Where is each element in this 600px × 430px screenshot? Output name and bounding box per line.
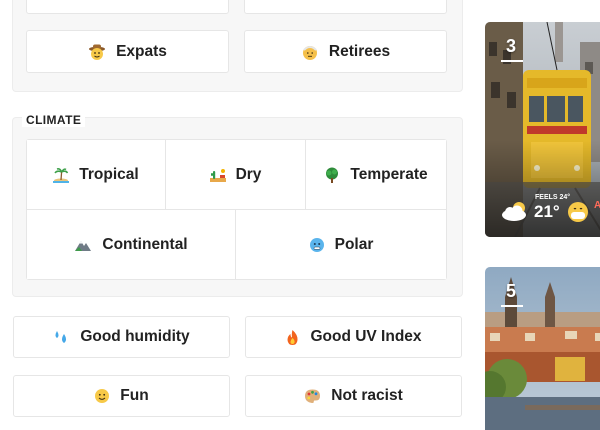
not-racist-button[interactable]: Not racist: [245, 375, 462, 417]
fun-label: Fun: [120, 387, 149, 404]
artist-palette-icon: [304, 388, 321, 404]
temperature-value: 21°: [534, 202, 560, 221]
climate-temperate-button[interactable]: Temperate: [306, 140, 446, 209]
good-humidity-label: Good humidity: [80, 328, 190, 345]
face-with-mask-icon: [567, 201, 589, 228]
rank-number: 3: [506, 36, 517, 56]
air-quality-text: A: [594, 200, 600, 211]
rank-underline: [501, 305, 523, 307]
city-photo-prague: [485, 267, 600, 430]
expats-label: Expats: [116, 42, 167, 60]
mountain-icon: [74, 237, 92, 253]
climate-section-label: CLIMATE: [22, 113, 86, 127]
continental-label: Continental: [102, 235, 188, 253]
retirees-label: Retirees: [328, 42, 391, 60]
cold-face-icon: [309, 237, 325, 253]
not-racist-label: Not racist: [331, 387, 403, 404]
weather-cloud-icon: [500, 200, 530, 227]
fun-button[interactable]: Fun: [13, 375, 230, 417]
climate-polar-button[interactable]: Polar: [236, 210, 446, 279]
tropical-label: Tropical: [79, 165, 139, 183]
rank-number: 5: [506, 281, 517, 301]
climate-continental-button[interactable]: Continental: [27, 210, 235, 279]
feels-like-label: FEELS 24°: [535, 194, 571, 201]
sweat-droplets-icon: [53, 329, 70, 345]
climate-tropical-button[interactable]: Tropical: [27, 140, 165, 209]
audience-button-hidden-2[interactable]: [244, 0, 447, 14]
retirees-button[interactable]: Retirees: [244, 30, 447, 73]
desert-icon: [209, 167, 226, 183]
audience-button-hidden-1[interactable]: [26, 0, 229, 14]
climate-dry-button[interactable]: Dry: [166, 140, 305, 209]
cowboy-face-icon: [88, 43, 106, 61]
page: Expats Retirees CLIMATE Tropical Dry Tem…: [0, 0, 600, 430]
good-uv-index-button[interactable]: Good UV Index: [245, 316, 462, 358]
polar-label: Polar: [334, 235, 374, 253]
good-uv-index-label: Good UV Index: [310, 328, 422, 345]
fire-icon: [285, 329, 300, 346]
desert-island-icon: [53, 167, 70, 183]
temperate-label: Temperate: [350, 165, 428, 183]
smiling-face-icon: [94, 388, 110, 404]
good-humidity-button[interactable]: Good humidity: [13, 316, 230, 358]
deciduous-tree-icon: [324, 167, 340, 183]
city-card-rank-3[interactable]: 3 FEELS 24° 21° A: [485, 22, 600, 237]
expats-button[interactable]: Expats: [26, 30, 229, 73]
city-card-rank-5[interactable]: 5: [485, 267, 600, 430]
rank-underline: [501, 60, 523, 62]
dry-label: Dry: [235, 165, 262, 183]
older-person-icon: [301, 43, 319, 61]
